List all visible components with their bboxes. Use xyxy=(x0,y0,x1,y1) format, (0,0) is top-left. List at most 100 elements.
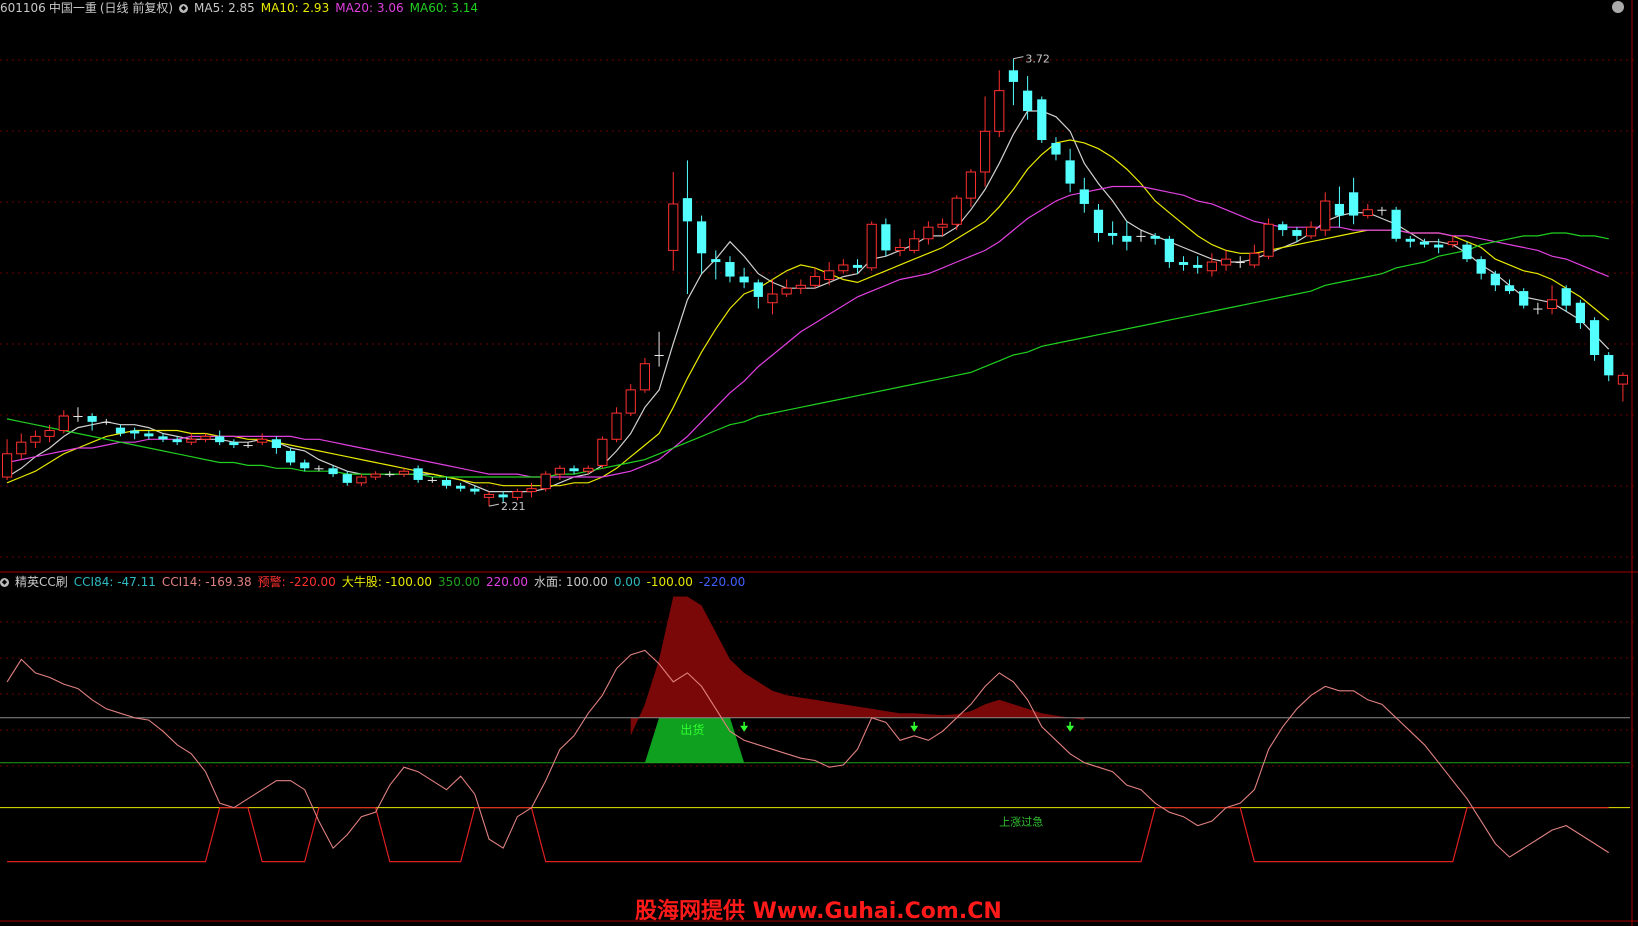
candle xyxy=(1604,352,1614,382)
candle xyxy=(1079,177,1089,213)
candle xyxy=(1575,299,1585,329)
candle-body xyxy=(158,436,168,440)
candle-body xyxy=(1490,273,1500,286)
candle-body xyxy=(526,488,537,493)
candle xyxy=(87,413,97,431)
candle-body xyxy=(130,430,140,434)
candle-body xyxy=(923,226,934,240)
candle-body xyxy=(87,416,97,422)
candle-body xyxy=(413,468,423,480)
candle-body xyxy=(1617,374,1629,385)
candle-body xyxy=(229,442,239,446)
candle xyxy=(1206,253,1217,277)
candle xyxy=(243,442,253,448)
period-label[interactable]: (日线 前复权) xyxy=(100,0,173,16)
candle xyxy=(186,433,197,446)
candle-body xyxy=(1533,308,1543,310)
candle-body xyxy=(328,468,338,475)
candle xyxy=(370,471,381,480)
sell-label: 出货 xyxy=(680,722,704,737)
candle xyxy=(1589,317,1600,361)
candle-body xyxy=(398,470,410,475)
candle-body xyxy=(115,427,126,434)
candle xyxy=(1504,279,1515,294)
candle-body xyxy=(512,491,523,498)
candle xyxy=(1037,96,1047,143)
candle-body xyxy=(866,223,877,269)
candle xyxy=(16,433,27,460)
indicator-name[interactable]: 精英CC刷 xyxy=(15,574,68,590)
settings-icon[interactable] xyxy=(1612,1,1624,13)
candle-body xyxy=(1476,259,1486,274)
candle xyxy=(1220,250,1232,271)
candle xyxy=(1617,372,1629,402)
candle-body xyxy=(1235,262,1245,264)
indicator-toggle-icon[interactable]: ◆ xyxy=(0,577,9,587)
candle xyxy=(427,477,437,483)
candle xyxy=(483,491,495,507)
candle-body xyxy=(1065,160,1075,184)
ma-label-0: MA5: 2.85 xyxy=(194,1,255,15)
indicator-toggle-icon[interactable]: ◆ xyxy=(179,3,189,13)
candle-body xyxy=(881,224,891,251)
candle-body xyxy=(1589,320,1600,356)
candle-body xyxy=(1405,238,1415,242)
candle-body xyxy=(1263,223,1274,257)
price-annotation: 3.72 xyxy=(1025,53,1050,66)
candle xyxy=(314,465,324,472)
candle xyxy=(795,279,806,294)
candle-body xyxy=(1305,226,1317,237)
candle xyxy=(1051,137,1061,161)
candle xyxy=(1490,270,1500,292)
stock-chart[interactable]: 3.72 2.21 出货上涨过急 xyxy=(0,0,1638,926)
candle xyxy=(697,215,707,274)
candle-body xyxy=(1292,230,1302,236)
candle-body xyxy=(483,493,495,498)
candle-body xyxy=(1519,291,1529,306)
candle-body xyxy=(1349,192,1359,216)
candle-body xyxy=(385,474,395,476)
candle-body xyxy=(1462,244,1472,260)
candle xyxy=(1519,288,1529,309)
candle xyxy=(285,447,296,466)
candle-body xyxy=(1278,224,1288,231)
candle-body xyxy=(1178,262,1189,265)
candle-body xyxy=(356,476,367,484)
ma-label-3: MA60: 3.14 xyxy=(409,1,479,15)
candle xyxy=(1008,58,1019,106)
candle xyxy=(1434,238,1444,254)
rise-label: 上涨过急 xyxy=(999,815,1043,829)
sub-label-1: CCI14: -169.38 xyxy=(161,575,252,589)
candle-body xyxy=(611,412,622,440)
candle-body xyxy=(540,473,551,490)
candle-body xyxy=(1220,258,1232,266)
candle xyxy=(385,471,395,478)
candle xyxy=(1,439,13,480)
candle-body xyxy=(1575,302,1585,324)
candle xyxy=(441,477,452,489)
candle xyxy=(512,488,523,501)
candle-body xyxy=(654,355,664,357)
candle xyxy=(569,465,579,475)
candle xyxy=(994,70,1005,138)
candle-body xyxy=(370,473,381,478)
candle-body xyxy=(1320,200,1331,231)
candle xyxy=(1249,244,1260,268)
candle-body xyxy=(795,284,806,289)
candle xyxy=(1320,192,1331,236)
candle xyxy=(300,459,310,472)
candle xyxy=(398,468,410,478)
candle xyxy=(1164,235,1174,268)
candle-body xyxy=(1193,264,1203,268)
candle xyxy=(923,221,934,245)
candle xyxy=(1391,206,1401,242)
ma-label-1: MA10: 2.93 xyxy=(260,1,330,15)
candle-body xyxy=(697,221,707,254)
candle xyxy=(668,171,679,271)
candle-body xyxy=(1108,232,1118,236)
candle xyxy=(767,279,778,315)
candle xyxy=(597,436,608,469)
candle-body xyxy=(1447,241,1458,246)
stock-code: 601106 xyxy=(0,1,46,15)
candle xyxy=(215,430,225,446)
